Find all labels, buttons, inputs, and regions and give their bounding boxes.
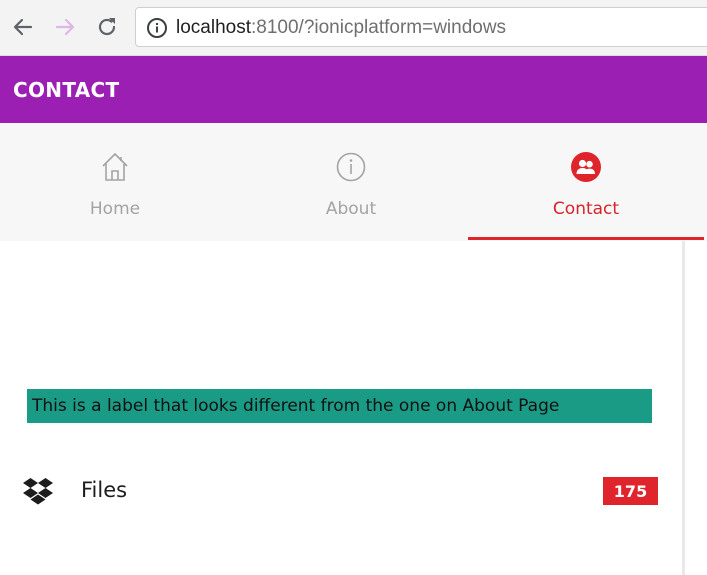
app-header: CONTACT xyxy=(0,56,707,123)
files-count-badge: 175 xyxy=(603,477,658,505)
page-content: This is a label that looks different fro… xyxy=(0,241,707,575)
arrow-right-icon xyxy=(55,18,75,36)
list-item-files[interactable]: Files 175 xyxy=(0,471,680,515)
url-text: localhost:8100/?ionicplatform=windows xyxy=(176,17,506,39)
info-icon xyxy=(336,152,366,182)
url-path: :8100/?ionicplatform=windows xyxy=(251,17,507,38)
info-label-text: This is a label that looks different fro… xyxy=(32,396,560,416)
reload-icon xyxy=(98,18,116,36)
tab-about[interactable]: About xyxy=(236,123,466,241)
info-label: This is a label that looks different fro… xyxy=(27,389,652,423)
page-title: CONTACT xyxy=(13,78,120,102)
back-button[interactable] xyxy=(8,10,38,44)
files-label: Files xyxy=(81,478,128,502)
dropbox-icon xyxy=(23,478,53,505)
tab-contact-label: Contact xyxy=(552,199,620,219)
home-icon xyxy=(102,152,128,181)
tab-about-label: About xyxy=(325,199,377,219)
scrollbar[interactable] xyxy=(682,241,685,575)
reload-button[interactable] xyxy=(92,10,122,44)
tab-home-label: Home xyxy=(89,199,141,219)
contacts-icon xyxy=(571,152,601,182)
tab-home[interactable]: Home xyxy=(0,123,230,241)
url-host: localhost xyxy=(176,17,251,38)
active-tab-indicator xyxy=(468,237,704,240)
info-circle-icon[interactable] xyxy=(146,17,168,39)
tab-bar: Home About Contact xyxy=(0,123,707,241)
tab-contact[interactable]: Contact xyxy=(470,123,702,241)
browser-chrome: localhost:8100/?ionicplatform=windows xyxy=(0,0,707,56)
arrow-left-icon xyxy=(13,18,33,36)
forward-button[interactable] xyxy=(50,10,80,44)
address-bar[interactable]: localhost:8100/?ionicplatform=windows xyxy=(135,7,707,47)
